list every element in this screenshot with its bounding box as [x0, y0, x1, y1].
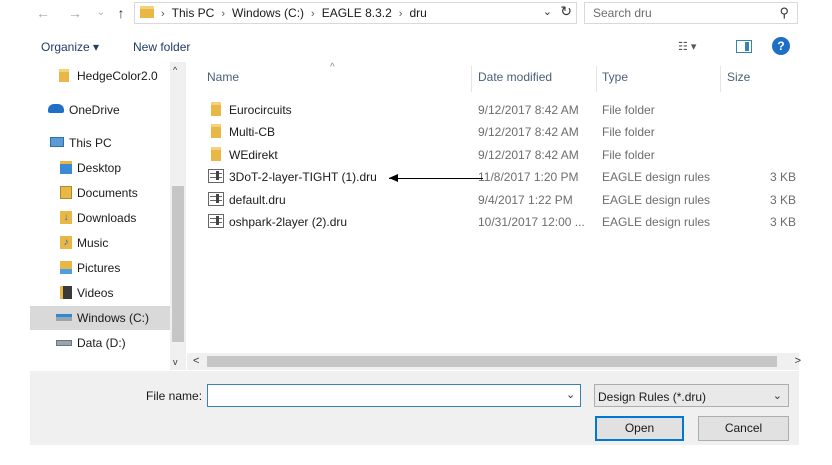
recent-chevron-down-icon[interactable]: ⌄	[92, 4, 110, 22]
search-placeholder: Search dru	[593, 6, 652, 20]
refresh-icon[interactable]: ↻	[560, 3, 572, 20]
breadcrumb-chevron-icon: ›	[398, 8, 403, 20]
command-bar: Organize ▾ New folder ☷ ▾ ?	[30, 35, 799, 61]
open-button[interactable]: Open	[595, 416, 684, 441]
search-input[interactable]: Search dru ⚲	[584, 2, 798, 24]
breadcrumb-this-pc[interactable]: This PC	[172, 6, 215, 20]
address-row: ← → ⌄ ↑ › This PC › Windows (C:) › EAGLE 8.3.…	[0, 0, 832, 27]
table-row[interactable]: default.dru 9/4/2017 1:22 PM EAGLE desig…	[202, 188, 799, 210]
nav-item-music[interactable]: ♪ Music	[30, 231, 170, 255]
back-arrow-icon[interactable]: ←	[34, 4, 52, 22]
nav-item-downloads[interactable]: ↓ Downloads	[30, 206, 170, 230]
desktop-folder-icon	[60, 161, 72, 174]
horizontal-scrollbar[interactable]: < >	[187, 353, 801, 370]
breadcrumb-windows-c[interactable]: Windows (C:)	[232, 6, 304, 20]
table-row[interactable]: oshpark-2layer (2).dru 10/31/2017 12:00 …	[202, 210, 799, 232]
sort-caret-icon: ^	[330, 62, 335, 73]
dru-file-icon	[208, 169, 224, 183]
nav-item-hedgecolor[interactable]: HedgeColor2.0	[30, 64, 170, 88]
navigation-pane: HedgeColor2.0 OneDrive This PC Desktop D…	[30, 62, 186, 370]
dru-file-icon	[208, 214, 224, 228]
nav-scroll-thumb[interactable]	[172, 186, 184, 342]
view-options-icon[interactable]: ☷ ▾	[678, 40, 710, 56]
file-list: ^ Name Date modified Type Size Eurocircu…	[187, 62, 799, 352]
help-icon[interactable]: ?	[772, 37, 790, 55]
chevron-down-icon: ⌄	[772, 390, 782, 402]
scroll-right-chevron-icon[interactable]: >	[795, 355, 801, 367]
column-divider[interactable]	[720, 66, 721, 92]
cloud-icon	[48, 104, 64, 113]
nav-item-data-d[interactable]: Data (D:)	[30, 331, 170, 355]
file-name-input[interactable]	[207, 384, 581, 407]
drive-icon	[56, 314, 72, 321]
documents-icon	[60, 186, 72, 199]
folder-icon	[59, 69, 69, 82]
breadcrumb-eagle[interactable]: EAGLE 8.3.2	[322, 6, 392, 20]
table-row[interactable]: Multi-CB 9/12/2017 8:42 AM File folder	[202, 120, 799, 142]
preview-pane-icon[interactable]	[736, 40, 752, 53]
music-icon: ♪	[60, 236, 72, 249]
nav-item-onedrive[interactable]: OneDrive	[30, 98, 170, 122]
annotation-arrow-head	[389, 174, 398, 182]
computer-icon	[50, 137, 64, 147]
forward-arrow-icon[interactable]: →	[66, 4, 84, 22]
column-header-type[interactable]: Type	[602, 70, 628, 84]
column-header-size[interactable]: Size	[727, 70, 750, 84]
scroll-down-chevron-icon[interactable]: v	[173, 357, 178, 367]
horizontal-scroll-thumb[interactable]	[207, 356, 777, 367]
address-dropdown-chevron-icon[interactable]: ⌄	[543, 5, 552, 18]
breadcrumb-chevron-icon: ›	[311, 8, 315, 20]
breadcrumb: › This PC › Windows (C:) › EAGLE 8.3.2 › dru	[161, 6, 427, 20]
table-row[interactable]: WEdirekt 9/12/2017 8:42 AM File folder	[202, 143, 799, 165]
up-arrow-icon[interactable]: ↑	[112, 4, 130, 22]
folder-icon	[211, 147, 221, 161]
organize-button[interactable]: Organize ▾	[41, 40, 99, 54]
nav-item-this-pc[interactable]: This PC	[30, 131, 170, 155]
nav-item-windows-c[interactable]: Windows (C:)	[30, 306, 170, 330]
videos-icon	[60, 286, 72, 299]
nav-item-desktop[interactable]: Desktop	[30, 156, 170, 180]
file-name-label: File name:	[146, 389, 203, 403]
column-divider[interactable]	[471, 66, 472, 92]
pictures-icon	[60, 261, 72, 274]
folder-icon	[140, 6, 154, 18]
breadcrumb-dru[interactable]: dru	[409, 6, 426, 20]
breadcrumb-chevron-icon: ›	[161, 8, 165, 20]
folder-icon	[211, 124, 221, 138]
table-row[interactable]: Eurocircuits 9/12/2017 8:42 AM File fold…	[202, 98, 799, 120]
nav-item-videos[interactable]: Videos	[30, 281, 170, 305]
new-folder-button[interactable]: New folder	[133, 40, 190, 54]
nav-item-documents[interactable]: Documents	[30, 181, 170, 205]
column-divider[interactable]	[596, 66, 597, 92]
scroll-up-chevron-icon[interactable]: ^	[173, 65, 177, 75]
file-type-filter-select[interactable]: Design Rules (*.dru) ⌄	[594, 384, 789, 407]
file-name-dropdown-chevron-icon[interactable]: ⌄	[566, 388, 575, 401]
file-dialog-footer: File name: ⌄ Design Rules (*.dru) ⌄ Open…	[30, 371, 799, 445]
scroll-left-chevron-icon[interactable]: <	[193, 355, 199, 367]
nav-item-pictures[interactable]: Pictures	[30, 256, 170, 280]
cancel-button[interactable]: Cancel	[698, 416, 789, 441]
breadcrumb-chevron-icon: ›	[221, 8, 226, 20]
file-type-filter-value: Design Rules (*.dru)	[598, 390, 707, 404]
download-icon: ↓	[60, 211, 72, 224]
address-bar[interactable]: › This PC › Windows (C:) › EAGLE 8.3.2 › dru ⌄ …	[134, 2, 577, 24]
column-header-name[interactable]: Name	[207, 70, 239, 84]
dru-file-icon	[208, 192, 224, 206]
drive-icon	[56, 340, 72, 346]
folder-icon	[211, 102, 221, 116]
column-header-date[interactable]: Date modified	[478, 70, 552, 84]
nav-scrollbar[interactable]: ^ v	[170, 62, 186, 370]
table-row[interactable]: 3DoT-2-layer-TIGHT (1).dru 11/8/2017 1:2…	[202, 165, 799, 187]
annotation-arrow-line	[389, 178, 483, 179]
search-icon: ⚲	[779, 5, 789, 20]
